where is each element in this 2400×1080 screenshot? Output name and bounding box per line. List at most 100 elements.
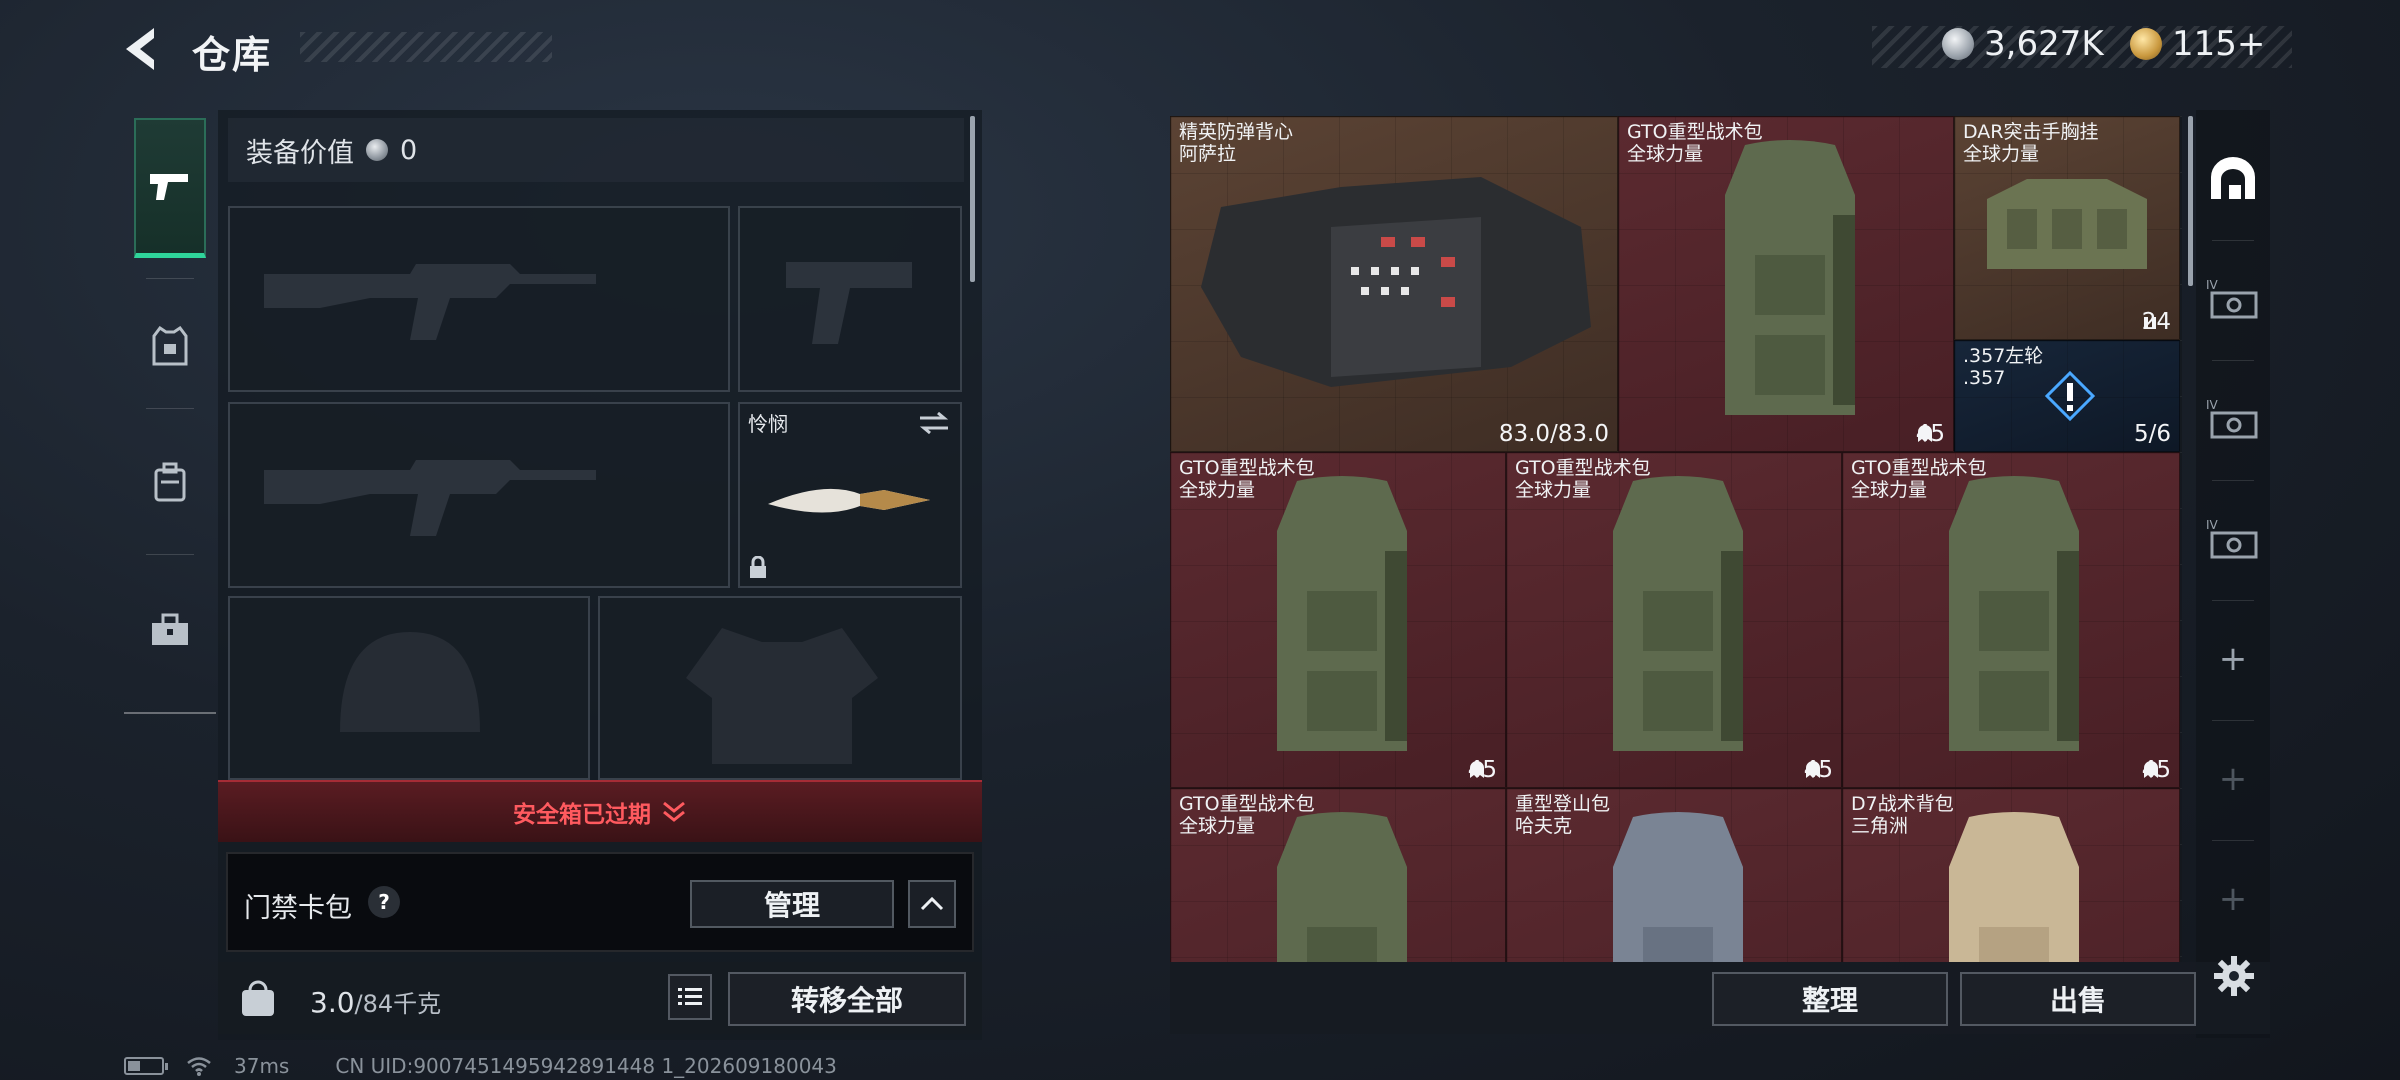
currency-silver[interactable]: 3,627K [1942,24,2104,64]
backpack-icon [1613,476,1743,751]
item-capacity: 45 [2142,757,2171,783]
storage-expansion-2[interactable]: IV [2196,364,2270,474]
warning-icon [2045,371,2095,421]
item-brand: 哈夫克 [1515,815,1573,837]
item-capacity: 45 [1468,757,1497,783]
inventory-item[interactable]: .357左轮 .357 5/6 [1954,340,2180,452]
svg-text:IV: IV [2206,518,2219,532]
list-icon [678,988,702,1005]
category-rail [124,108,216,714]
inventory-item[interactable]: GTO重型战术包全球力量 45 [1170,452,1506,788]
item-name: DAR突击手胸挂 [1963,121,2099,143]
list-view-button[interactable] [668,974,712,1020]
helmet-slot[interactable] [228,596,590,780]
double-chevron-down-icon [663,801,685,822]
item-brand: 全球力量 [1627,143,1704,165]
toolbox-icon [152,613,188,645]
sort-button[interactable]: 整理 [1712,972,1948,1026]
weight-current: 3.0 [310,986,355,1019]
inventory-item[interactable]: DAR突击手胸挂 全球力量 24 [1954,116,2180,340]
primary-weapon-slot[interactable] [228,206,730,392]
item-brand: 全球力量 [1851,479,1928,501]
silver-coin-icon [366,139,388,161]
armor-vest-icon [1201,177,1591,387]
manage-button[interactable]: 管理 [690,880,894,928]
battery-icon [124,1057,168,1075]
keycard-label: 门禁卡包 [244,893,352,924]
pistol-icon [150,173,188,200]
currency-gold[interactable]: 115+ [2130,24,2265,64]
tab-armor[interactable] [134,306,206,386]
item-name: D7战术背包 [1851,793,1954,815]
equipment-value-label: 装备价值 [246,137,354,169]
inventory-scrollbar[interactable] [2188,116,2193,286]
tab-backpack[interactable] [134,442,206,522]
secure-case-expired-text: 安全箱已过期 [513,802,651,828]
user-uid: CN UID:9007451495942891448 1_20260918004… [335,1054,837,1078]
backpack-icon [1613,812,1743,962]
item-ammo: 5/6 [2133,421,2171,447]
inventory-item[interactable]: GTO重型战术包 全球力量 [1170,788,1506,962]
add-storage-button[interactable]: + [2196,604,2270,714]
helmet-silhouette-icon [340,632,480,732]
tab-case[interactable] [134,590,206,670]
item-name: GTO重型战术包 [1179,457,1315,479]
lock-icon [750,556,766,578]
weight-max: /84千克 [354,990,442,1018]
plus-icon: + [2218,879,2248,919]
weight-readout: 3.0/84千克 [310,984,441,1019]
storage-main-tab[interactable] [2196,124,2270,234]
inventory-item[interactable]: D7战术背包 三角洲 [1842,788,2180,962]
plus-icon: + [2218,639,2248,679]
melee-slot[interactable]: 怜悯 [738,402,962,588]
inventory-item[interactable]: GTO重型战术包全球力量 45 [1506,452,1842,788]
page-title: 仓库 [192,33,273,77]
svg-text:IV: IV [2206,398,2219,412]
vest-icon [152,326,188,366]
item-name: 重型登山包 [1515,793,1611,815]
secondary-weapon-slot[interactable] [228,402,730,588]
item-caliber: .357 [1963,367,2006,389]
weight-icon [236,976,280,1020]
storage-box-icon: IV [2206,398,2258,439]
item-brand: 全球力量 [1515,479,1592,501]
chevron-up-icon [920,896,944,911]
wifi-icon [187,1057,211,1076]
collapse-button[interactable] [908,880,956,928]
armor-slot[interactable] [598,596,962,780]
ghost-icon [2143,761,2158,778]
help-icon[interactable]: ? [368,886,400,918]
ghost-icon [1805,761,1820,778]
equipment-scrollbar[interactable] [970,116,975,282]
item-name: GTO重型战术包 [1515,457,1651,479]
tab-weapons[interactable] [134,118,206,258]
backpack-icon [1277,476,1407,751]
rifle-silhouette-icon [264,264,596,340]
settings-button[interactable] [2212,954,2256,998]
pistol-silhouette-icon [786,262,912,344]
currency-gold-amount: 115+ [2172,24,2266,64]
storage-expansion-1[interactable]: IV [2196,244,2270,354]
status-bar: 37ms CN UID:9007451495942891448 1_202609… [124,1054,837,1078]
warehouse-icon [2211,157,2255,199]
item-name: GTO重型战术包 [1851,457,1987,479]
item-name: GTO重型战术包 [1627,121,1763,143]
swap-icon[interactable] [918,412,950,434]
item-durability: 83.0/83.0 [1498,421,1609,447]
inventory-item[interactable]: 精英防弹背心 阿萨拉 83.0/83.0 [1170,116,1618,452]
svg-text:IV: IV [2206,278,2219,292]
backpack-icon [154,462,186,502]
item-capacity: 45 [1916,421,1945,447]
inventory-item[interactable]: GTO重型战术包全球力量 45 [1618,116,1954,452]
inventory-item[interactable]: GTO重型战术包全球力量 45 [1842,452,2180,788]
sell-button[interactable]: 出售 [1960,972,2196,1026]
storage-expansion-3[interactable]: IV [2196,484,2270,594]
add-storage-button-locked: + [2196,844,2270,954]
pistol-slot[interactable] [738,206,962,392]
inventory-item[interactable]: 重型登山包 哈夫克 [1506,788,1842,962]
ping: 37ms [234,1054,290,1078]
secure-case-expired-banner[interactable]: 安全箱已过期 [218,780,982,842]
transfer-all-button[interactable]: 转移全部 [728,972,966,1026]
back-button[interactable] [118,22,168,76]
item-name: 精英防弹背心 [1179,121,1294,143]
